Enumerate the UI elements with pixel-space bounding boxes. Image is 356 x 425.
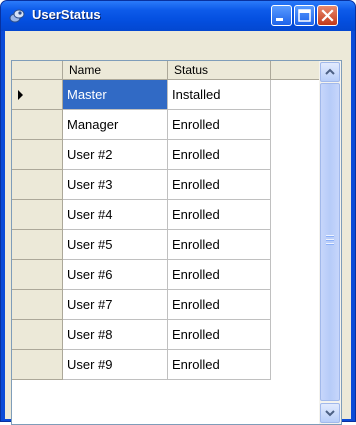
table-row[interactable]: Manager Enrolled [12,110,319,140]
column-header-row: Name Status [12,61,319,80]
table-row[interactable]: User #7 Enrolled [12,290,319,320]
window-title: UserStatus [32,7,101,22]
status-cell[interactable]: Enrolled [168,350,271,380]
table-row[interactable]: User #3 Enrolled [12,170,319,200]
table-row[interactable]: Master Installed [12,80,319,110]
name-cell[interactable]: User #3 [63,170,168,200]
name-cell[interactable]: User #7 [63,290,168,320]
name-cell[interactable]: User #5 [63,230,168,260]
status-cell[interactable]: Installed [168,80,271,110]
row-header-cell[interactable] [12,320,63,350]
name-cell[interactable]: User #6 [63,260,168,290]
scroll-down-arrow-icon [325,410,335,417]
table-row[interactable]: User #9 Enrolled [12,350,319,380]
current-row-indicator-icon [18,90,23,100]
maximize-button[interactable] [294,5,315,26]
user-status-grid[interactable]: Name Status Master Installed Manager Enroll… [11,60,342,425]
close-button[interactable] [317,5,338,26]
app-icon [9,9,25,23]
scroll-thumb[interactable] [320,83,340,401]
row-header-cell[interactable] [12,170,63,200]
table-row[interactable]: User #2 Enrolled [12,140,319,170]
status-cell[interactable]: Enrolled [168,260,271,290]
name-cell[interactable]: Manager [63,110,168,140]
row-header-cell[interactable] [12,260,63,290]
status-cell[interactable]: Enrolled [168,140,271,170]
row-header-cell[interactable] [12,230,63,260]
maximize-icon [298,9,311,22]
status-cell[interactable]: Enrolled [168,320,271,350]
window-client-area: Name Status Master Installed Manager Enroll… [5,31,351,425]
name-cell[interactable]: Master [63,80,168,110]
minimize-button[interactable] [271,5,292,26]
name-cell[interactable]: User #8 [63,320,168,350]
row-header-cell[interactable] [12,200,63,230]
vertical-scrollbar[interactable] [319,61,341,424]
table-row[interactable]: User #4 Enrolled [12,200,319,230]
scroll-grip-icon [326,235,334,245]
minimize-icon [276,18,283,21]
row-header-cell[interactable] [12,350,63,380]
table-row[interactable]: User #5 Enrolled [12,230,319,260]
table-row[interactable]: User #8 Enrolled [12,320,319,350]
table-row[interactable]: User #6 Enrolled [12,260,319,290]
column-header-name[interactable]: Name [63,61,168,79]
scroll-up-arrow-icon [325,68,335,75]
status-cell[interactable]: Enrolled [168,230,271,260]
status-cell[interactable]: Enrolled [168,290,271,320]
status-cell[interactable]: Enrolled [168,170,271,200]
scroll-down-button[interactable] [320,403,340,423]
row-header-cell[interactable] [12,290,63,320]
status-cell[interactable]: Enrolled [168,200,271,230]
row-header-cell[interactable] [12,110,63,140]
scroll-up-button[interactable] [320,62,340,82]
userstatus-window: UserStatus Name Status Master Installed … [0,0,356,425]
title-bar[interactable]: UserStatus [1,1,355,31]
row-header-cell[interactable] [12,80,63,110]
name-cell[interactable]: User #4 [63,200,168,230]
column-header-status[interactable]: Status [168,61,271,79]
header-corner-cell[interactable] [12,61,63,79]
close-icon [321,9,334,22]
name-cell[interactable]: User #2 [63,140,168,170]
status-cell[interactable]: Enrolled [168,110,271,140]
name-cell[interactable]: User #9 [63,350,168,380]
row-header-cell[interactable] [12,140,63,170]
